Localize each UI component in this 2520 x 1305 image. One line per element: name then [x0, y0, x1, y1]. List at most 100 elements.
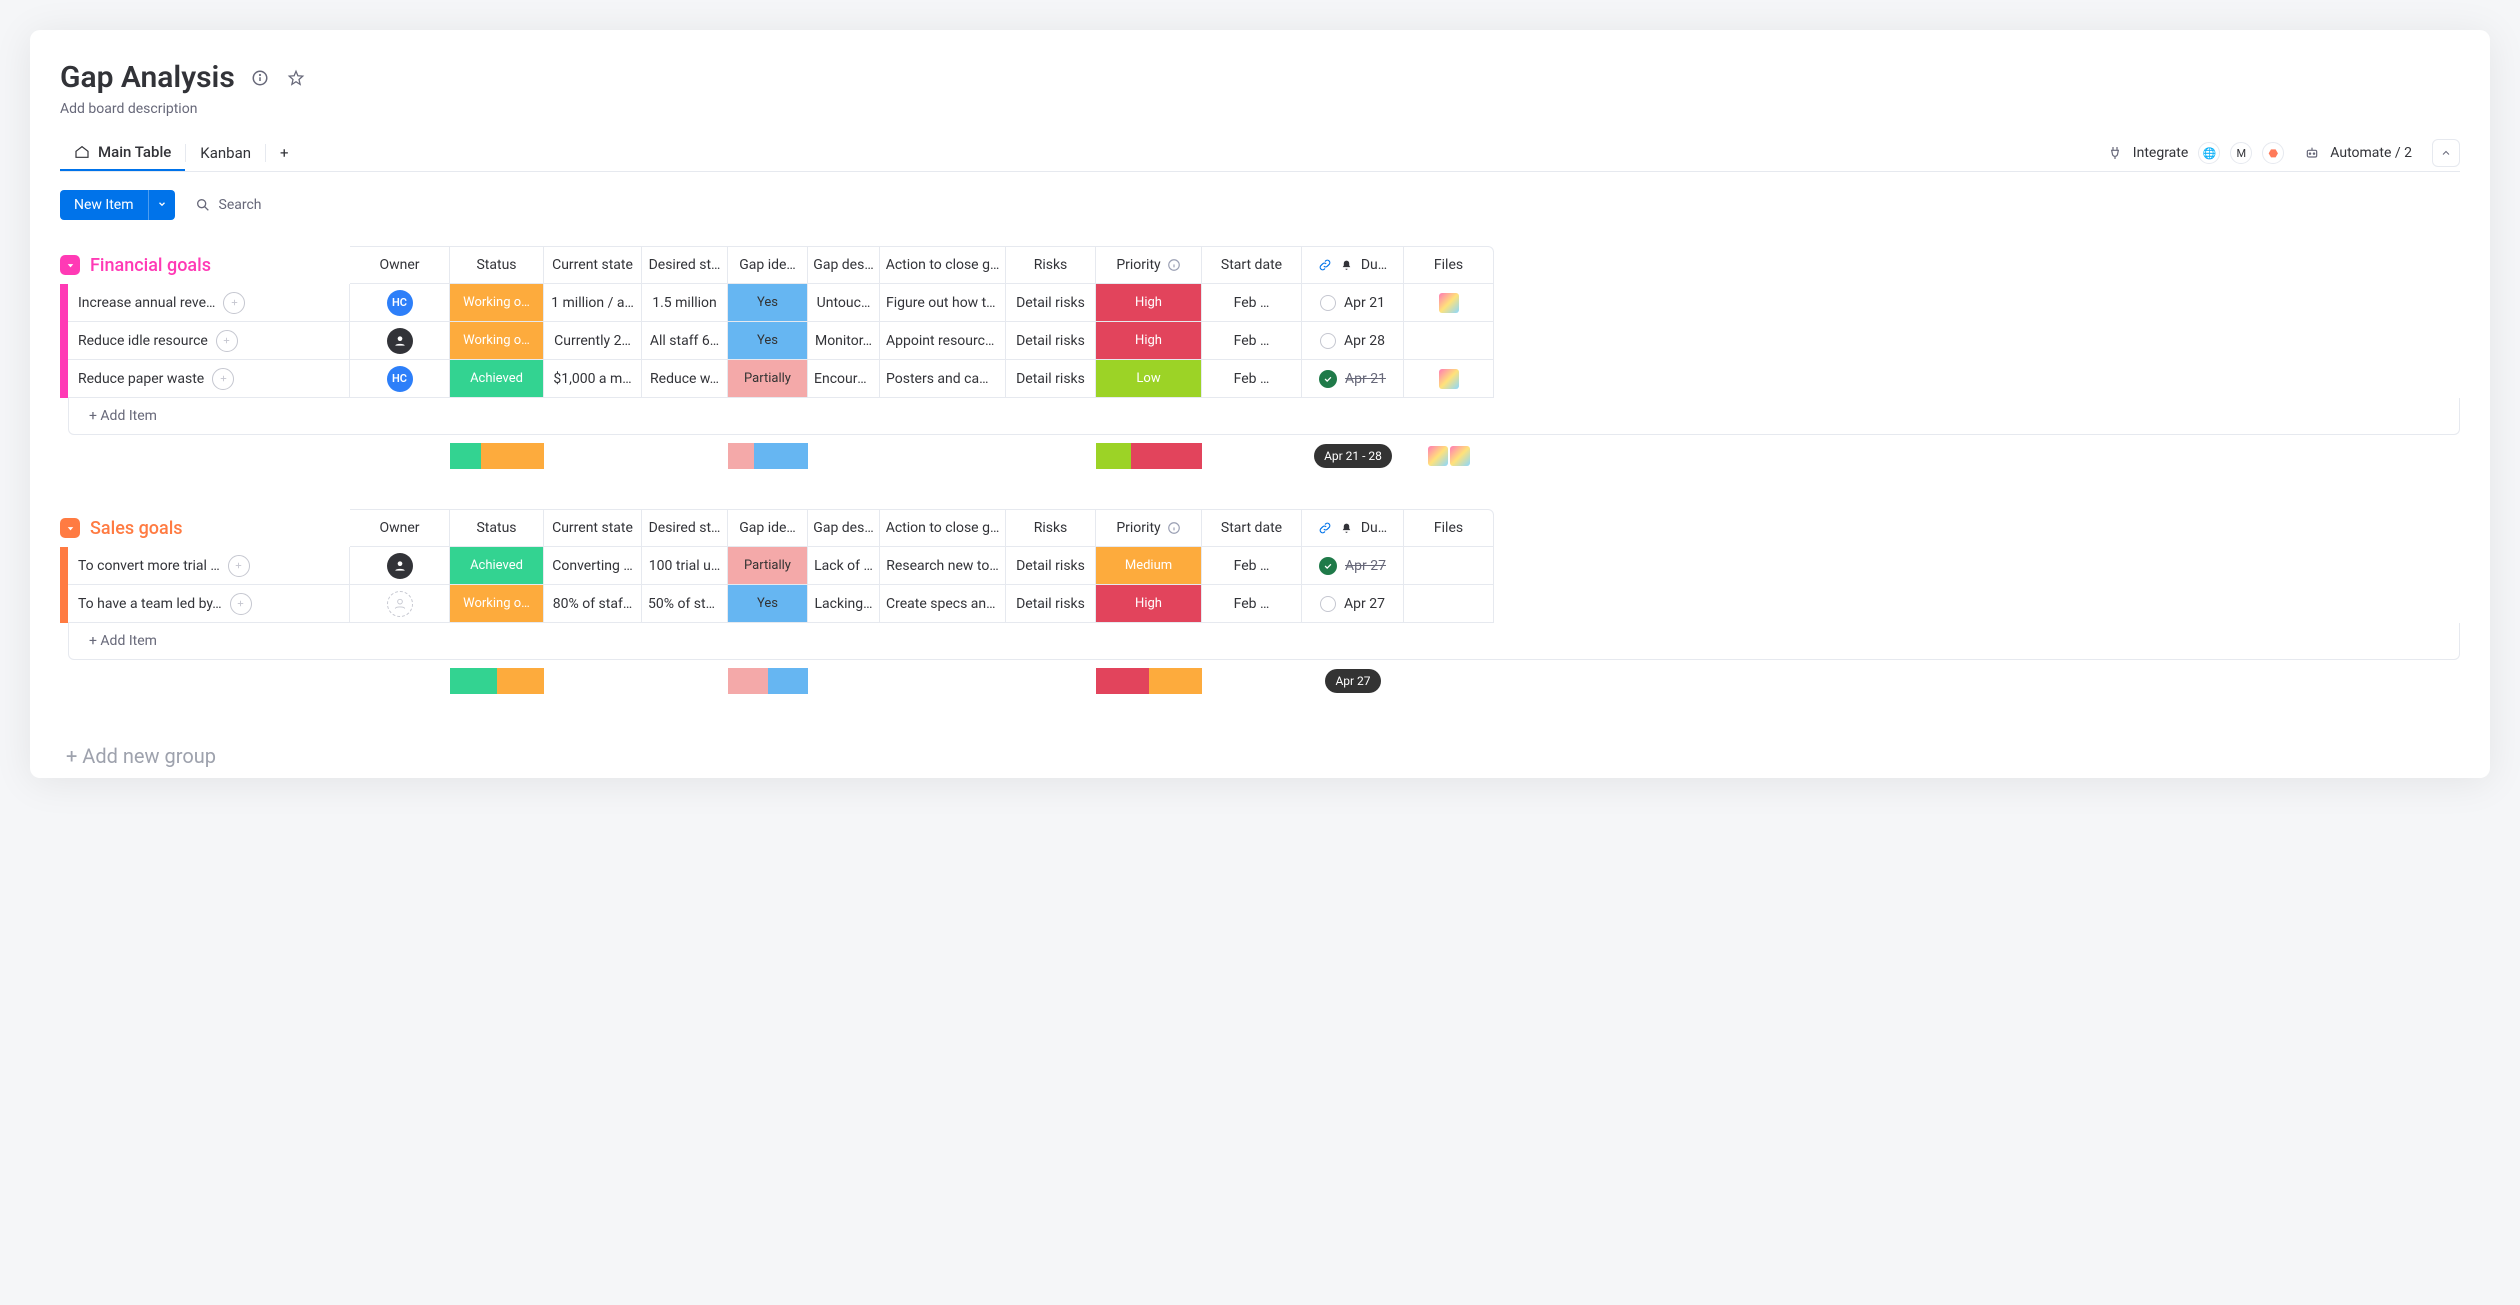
cell-gap-identified[interactable]: Yes — [728, 585, 808, 623]
cell-owner[interactable] — [350, 547, 450, 585]
open-conversation-icon[interactable] — [216, 330, 238, 352]
item-name-cell[interactable]: To convert more trial … — [68, 547, 350, 585]
cell-action[interactable]: Figure out how to… — [880, 284, 1006, 322]
new-item-button[interactable]: New Item — [60, 190, 148, 220]
cell-gap-identified[interactable]: Yes — [728, 322, 808, 360]
cell-action[interactable]: Appoint resource … — [880, 322, 1006, 360]
cell-owner[interactable] — [350, 322, 450, 360]
automate-button[interactable]: Automate / 2 — [2304, 145, 2412, 161]
owner-avatar[interactable]: HC — [387, 290, 413, 316]
table-row[interactable]: Reduce paper waste HC Achieved $1,000 a … — [60, 360, 2460, 398]
cell-gap-identified[interactable]: Partially — [728, 547, 808, 585]
table-row[interactable]: Reduce idle resource Working o… Currentl… — [60, 322, 2460, 360]
open-conversation-icon[interactable] — [212, 368, 234, 390]
cell-action[interactable]: Posters and cam… — [880, 360, 1006, 398]
col-current[interactable]: Current state — [544, 509, 642, 547]
cell-gap-description[interactable]: Monitor… — [808, 322, 880, 360]
cell-start-date[interactable]: Feb … — [1202, 360, 1302, 398]
group-collapse-toggle[interactable] — [60, 518, 80, 538]
cell-status[interactable]: Achieved — [450, 547, 544, 585]
table-row[interactable]: Increase annual reve… HC Working o… 1 mi… — [60, 284, 2460, 322]
cell-due-date[interactable]: Apr 27 — [1302, 547, 1404, 585]
cell-files[interactable] — [1404, 547, 1494, 585]
item-name-cell[interactable]: Reduce paper waste — [68, 360, 350, 398]
cell-priority[interactable]: High — [1096, 585, 1202, 623]
table-row[interactable]: To have a team led by… Working o… 80% of… — [60, 585, 2460, 623]
cell-files[interactable] — [1404, 585, 1494, 623]
group-title[interactable]: Financial goals — [90, 255, 211, 276]
cell-due-date[interactable]: Apr 21 — [1302, 284, 1404, 322]
col-start-date[interactable]: Start date — [1202, 246, 1302, 284]
cell-priority[interactable]: High — [1096, 322, 1202, 360]
cell-gap-description[interactable]: Encoura… — [808, 360, 880, 398]
item-name-cell[interactable]: To have a team led by… — [68, 585, 350, 623]
cell-gap-description[interactable]: Lacking… — [808, 585, 880, 623]
cell-due-date[interactable]: Apr 27 — [1302, 585, 1404, 623]
owner-avatar[interactable] — [387, 328, 413, 354]
board-description[interactable]: Add board description — [60, 101, 2460, 117]
add-view-button[interactable]: + — [266, 136, 303, 170]
cell-owner[interactable]: HC — [350, 284, 450, 322]
cell-files[interactable] — [1404, 284, 1494, 322]
cell-gap-identified[interactable]: Yes — [728, 284, 808, 322]
item-name-cell[interactable]: Increase annual reve… — [68, 284, 350, 322]
cell-desired-state[interactable]: 100 trial u… — [642, 547, 728, 585]
cell-risks[interactable]: Detail risks — [1006, 284, 1096, 322]
cell-risks[interactable]: Detail risks — [1006, 322, 1096, 360]
col-priority[interactable]: Priority — [1096, 509, 1202, 547]
open-conversation-icon[interactable] — [228, 555, 250, 577]
cell-desired-state[interactable]: 1.5 million — [642, 284, 728, 322]
cell-files[interactable] — [1404, 360, 1494, 398]
cell-risks[interactable]: Detail risks — [1006, 360, 1096, 398]
col-action[interactable]: Action to close g… — [880, 246, 1006, 284]
cell-due-date[interactable]: Apr 21 — [1302, 360, 1404, 398]
cell-action[interactable]: Create specs and… — [880, 585, 1006, 623]
col-due-date[interactable]: Du… — [1302, 246, 1404, 284]
group-collapse-toggle[interactable] — [60, 255, 80, 275]
file-thumbnail[interactable] — [1439, 369, 1459, 389]
item-name-cell[interactable]: Reduce idle resource — [68, 322, 350, 360]
cell-gap-description[interactable]: Untouc… — [808, 284, 880, 322]
open-conversation-icon[interactable] — [230, 593, 252, 615]
cell-current-state[interactable]: 80% of staf… — [544, 585, 642, 623]
cell-start-date[interactable]: Feb … — [1202, 284, 1302, 322]
cell-priority[interactable]: Low — [1096, 360, 1202, 398]
new-item-dropdown[interactable] — [148, 190, 175, 220]
owner-avatar[interactable]: HC — [387, 366, 413, 392]
col-risks[interactable]: Risks — [1006, 246, 1096, 284]
add-item-button[interactable]: + Add Item — [68, 398, 2460, 435]
col-gap-identified[interactable]: Gap ide… — [728, 246, 808, 284]
cell-desired-state[interactable]: All staff 6… — [642, 322, 728, 360]
cell-current-state[interactable]: $1,000 a m… — [544, 360, 642, 398]
cell-files[interactable] — [1404, 322, 1494, 360]
open-conversation-icon[interactable] — [223, 292, 245, 314]
col-owner[interactable]: Owner — [350, 509, 450, 547]
cell-gap-description[interactable]: Lack of … — [808, 547, 880, 585]
cell-risks[interactable]: Detail risks — [1006, 585, 1096, 623]
owner-avatar-empty[interactable] — [387, 591, 413, 617]
cell-status[interactable]: Working o… — [450, 322, 544, 360]
tab-kanban[interactable]: Kanban — [186, 136, 265, 170]
col-desired[interactable]: Desired st… — [642, 246, 728, 284]
col-gap-description[interactable]: Gap des… — [808, 246, 880, 284]
info-icon[interactable] — [249, 67, 271, 89]
col-priority[interactable]: Priority — [1096, 246, 1202, 284]
col-current[interactable]: Current state — [544, 246, 642, 284]
file-thumbnail[interactable] — [1439, 293, 1459, 313]
col-gap-identified[interactable]: Gap ide… — [728, 509, 808, 547]
tab-main-table[interactable]: Main Table — [60, 135, 185, 171]
cell-action[interactable]: Research new to… — [880, 547, 1006, 585]
cell-status[interactable]: Working o… — [450, 585, 544, 623]
cell-start-date[interactable]: Feb … — [1202, 547, 1302, 585]
integrate-button[interactable]: Integrate 🌐 M ⬣ — [2107, 142, 2285, 164]
cell-desired-state[interactable]: 50% of sta… — [642, 585, 728, 623]
col-files[interactable]: Files — [1404, 246, 1494, 284]
cell-priority[interactable]: Medium — [1096, 547, 1202, 585]
cell-owner[interactable]: HC — [350, 360, 450, 398]
col-gap-description[interactable]: Gap des… — [808, 509, 880, 547]
col-action[interactable]: Action to close g… — [880, 509, 1006, 547]
cell-desired-state[interactable]: Reduce w… — [642, 360, 728, 398]
cell-owner[interactable] — [350, 585, 450, 623]
collapse-button[interactable] — [2432, 139, 2460, 167]
col-risks[interactable]: Risks — [1006, 509, 1096, 547]
